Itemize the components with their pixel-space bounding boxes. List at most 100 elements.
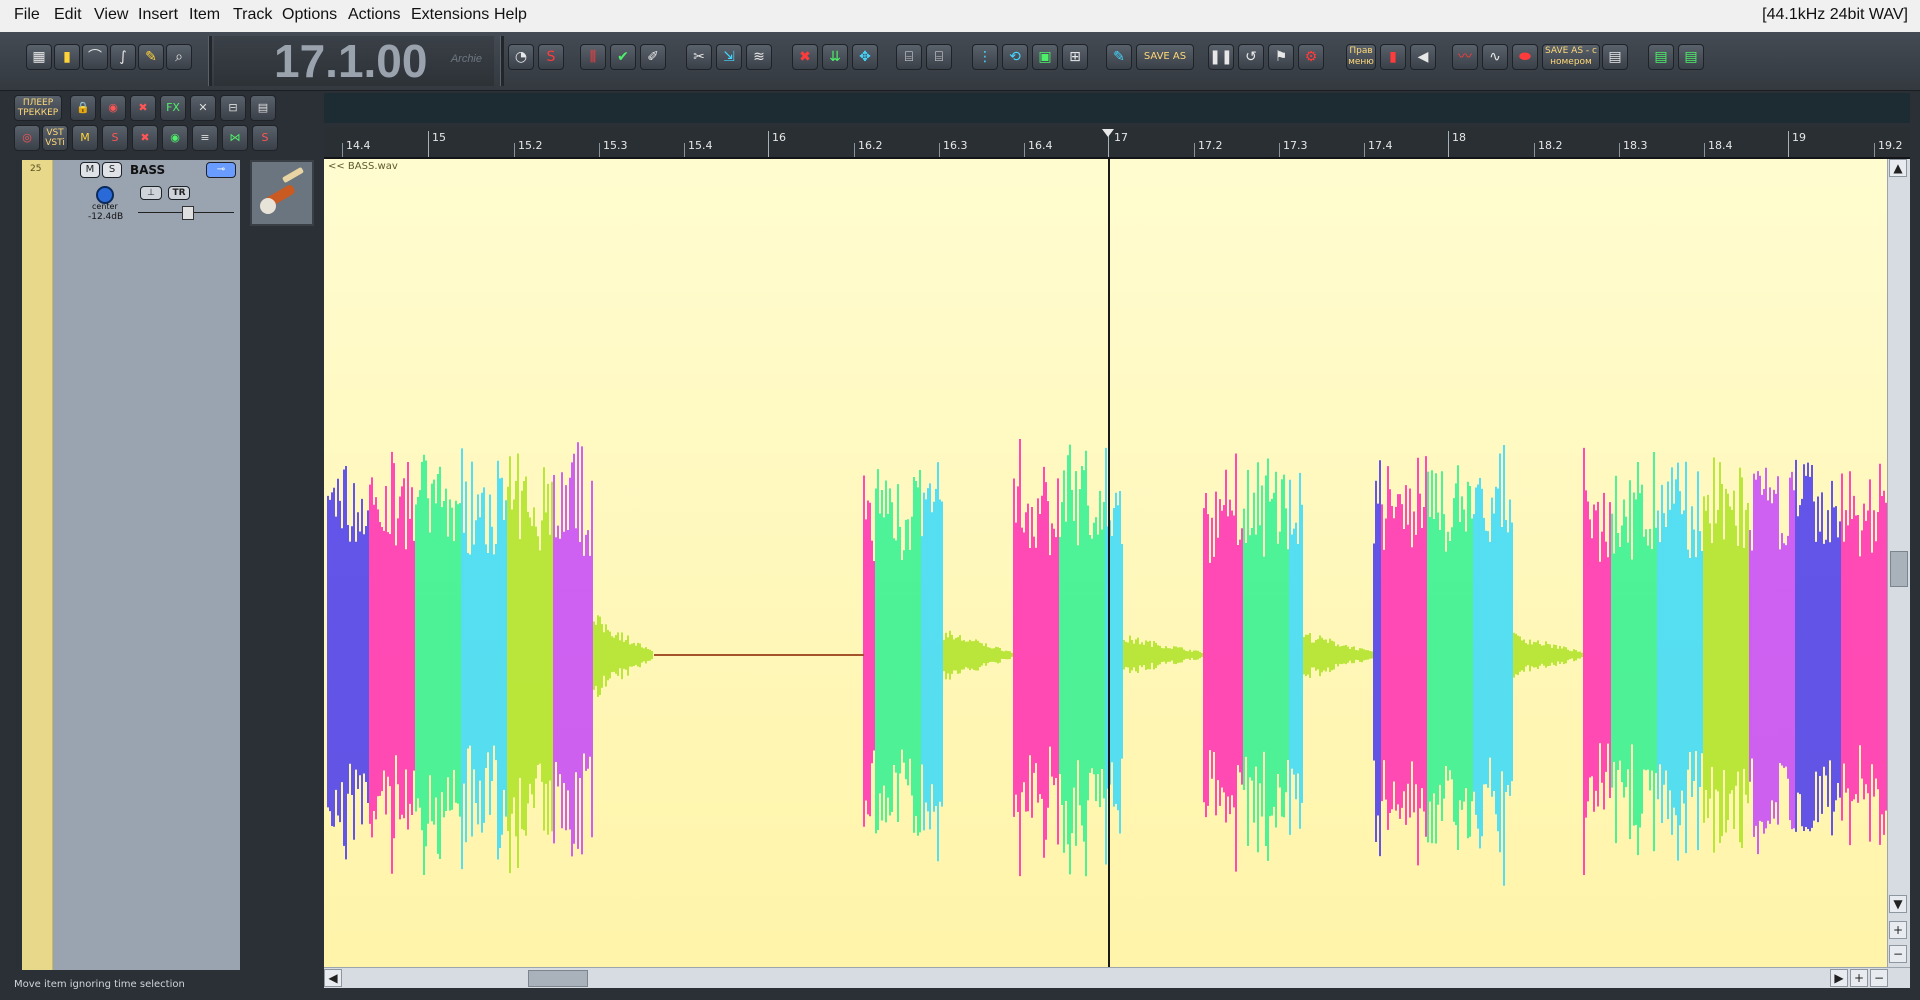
metronome-icon[interactable]: ◔: [508, 44, 534, 70]
zoom-in-horizontal-icon[interactable]: +: [1850, 969, 1868, 987]
grid-icon[interactable]: ⋮: [972, 44, 998, 70]
render-icon[interactable]: ▤: [1602, 44, 1628, 70]
eq-icon[interactable]: ⫼: [580, 44, 606, 70]
wave-icon[interactable]: 〰: [1452, 44, 1478, 70]
mixer-icon[interactable]: ▦: [26, 44, 52, 70]
color-icon[interactable]: ▮: [54, 44, 80, 70]
track-color-bar[interactable]: 25: [22, 160, 53, 970]
fx-icon[interactable]: FX: [160, 95, 186, 121]
undo-icon[interactable]: ↺: [1238, 44, 1264, 70]
scroll-down-icon[interactable]: ▼: [1889, 895, 1907, 913]
solo-icon[interactable]: S: [538, 44, 564, 70]
menu-view[interactable]: View: [94, 6, 128, 24]
run-icon[interactable]: ⚑: [1268, 44, 1294, 70]
track-icon-bass-guitar[interactable]: [250, 160, 314, 226]
glue-icon[interactable]: ⇊: [822, 44, 848, 70]
ruler-tick: [599, 143, 600, 157]
envelope-icon[interactable]: ≡: [192, 125, 218, 151]
group-icon[interactable]: ⋈: [222, 125, 248, 151]
menu-insert[interactable]: Insert: [138, 6, 178, 24]
zoom-icon[interactable]: ⌕: [166, 44, 192, 70]
record-icon[interactable]: ⬬: [1512, 44, 1538, 70]
ruler-tick: [1364, 143, 1365, 157]
scroll-right-icon[interactable]: ▶: [1830, 969, 1848, 987]
spectrum-icon[interactable]: ≋: [746, 44, 772, 70]
play-cursor[interactable]: [1108, 159, 1110, 967]
route-icon[interactable]: ⊸: [206, 162, 236, 178]
scroll-up-icon[interactable]: ▲: [1889, 159, 1907, 177]
playhead-marker-icon[interactable]: [1102, 129, 1114, 137]
record-arm-icon[interactable]: ◉: [100, 95, 126, 121]
delete-icon[interactable]: ✖: [792, 44, 818, 70]
track-add-icon[interactable]: ▤: [1648, 44, 1674, 70]
media-item-bass[interactable]: << BASS.wav: [324, 159, 1888, 967]
mute-icon[interactable]: M: [72, 125, 98, 151]
menu-item[interactable]: Item: [189, 6, 220, 24]
menu-extensions[interactable]: Extensions: [411, 6, 489, 24]
player-tracker-button[interactable]: ПЛЕЕР ТРЕККЕР: [14, 95, 62, 121]
scissors-icon[interactable]: ✂: [686, 44, 712, 70]
routing-icon[interactable]: ⊟: [220, 95, 246, 121]
volume-slider-handle[interactable]: [182, 206, 194, 220]
solo-button[interactable]: S: [102, 162, 122, 178]
vst-button[interactable]: VST VSTi: [42, 125, 68, 151]
ruler-label: 17.3: [1283, 139, 1308, 152]
zoom-out-horizontal-icon[interactable]: −: [1870, 969, 1888, 987]
palette-icon[interactable]: ✎: [138, 44, 164, 70]
prav-menu-button[interactable]: Прав меню: [1346, 44, 1376, 70]
show-icon[interactable]: ◉: [162, 125, 188, 151]
fx-off-icon[interactable]: ✖: [130, 95, 156, 121]
items-icon[interactable]: ▣: [1032, 44, 1058, 70]
menu-edit[interactable]: Edit: [54, 6, 82, 24]
settings-icon[interactable]: ⚙: [1298, 44, 1324, 70]
ruler-label: 18.3: [1623, 139, 1648, 152]
menu-file[interactable]: File: [14, 6, 40, 24]
check-icon[interactable]: ✔: [610, 44, 636, 70]
ruler-tick: [1619, 143, 1620, 157]
bars-icon[interactable]: ▮: [1380, 44, 1406, 70]
solo-icon[interactable]: S: [102, 125, 128, 151]
rewind-icon[interactable]: ◀: [1410, 44, 1436, 70]
fade-icon[interactable]: ∫: [110, 44, 136, 70]
mute-button[interactable]: M: [80, 162, 100, 178]
phase-icon[interactable]: ⊥: [140, 186, 162, 200]
tr-button[interactable]: TR: [168, 186, 190, 200]
remove-icon[interactable]: ✖: [132, 125, 158, 151]
region-lane[interactable]: [324, 93, 1910, 123]
pencil-icon[interactable]: ✐: [640, 44, 666, 70]
zoom-out-vertical-icon[interactable]: −: [1889, 945, 1907, 963]
track-list-icon[interactable]: ▤: [1678, 44, 1704, 70]
fx-bypass-icon[interactable]: ✕: [190, 95, 216, 121]
routing-icon[interactable]: ⊞: [1062, 44, 1088, 70]
save-as-numbered-button[interactable]: SAVE AS - с номером: [1542, 44, 1600, 70]
solo-defeat-icon[interactable]: S: [252, 125, 278, 151]
rec-icon[interactable]: ◎: [14, 125, 40, 151]
waveform-icon[interactable]: ∿: [1482, 44, 1508, 70]
pause-icon[interactable]: ❚❚: [1208, 44, 1234, 70]
move-icon[interactable]: ✥: [852, 44, 878, 70]
tape2-icon[interactable]: ⌸: [926, 44, 952, 70]
horizontal-scroll-thumb[interactable]: [528, 970, 588, 987]
ruler-label: 15.4: [688, 139, 713, 152]
script-icon[interactable]: ✎: [1106, 44, 1132, 70]
track-list-icon[interactable]: ▤: [250, 95, 276, 121]
menu-help[interactable]: Help: [494, 6, 527, 24]
loop-icon[interactable]: ⟲: [1002, 44, 1028, 70]
time-display[interactable]: 17.1.00 Archie: [214, 36, 494, 86]
envelope-icon[interactable]: ⌒: [82, 44, 108, 70]
scroll-left-icon[interactable]: ◀: [324, 969, 342, 987]
zoom-in-vertical-icon[interactable]: +: [1889, 921, 1907, 939]
vertical-scrollbar[interactable]: ▲ ▼ + −: [1887, 159, 1910, 967]
track-name[interactable]: BASS: [130, 163, 165, 177]
track-header[interactable]: M S BASS ⊸ center -12.4dB ⊥ TR: [54, 160, 240, 230]
tape-icon[interactable]: ⌸: [896, 44, 922, 70]
split-icon[interactable]: ⇲: [716, 44, 742, 70]
timeline-ruler[interactable]: 14.4 15 15.2 15.3 15.4 16 16.2 16.3 16.4…: [324, 127, 1910, 160]
save-as-button[interactable]: SAVE AS: [1136, 44, 1194, 70]
menu-actions[interactable]: Actions: [348, 6, 400, 24]
menu-track[interactable]: Track: [233, 6, 272, 24]
horizontal-scrollbar[interactable]: ◀ ▶ + −: [324, 967, 1910, 988]
lock-icon[interactable]: 🔒: [70, 95, 96, 121]
vertical-scroll-thumb[interactable]: [1890, 551, 1908, 587]
menu-options[interactable]: Options: [282, 6, 337, 24]
